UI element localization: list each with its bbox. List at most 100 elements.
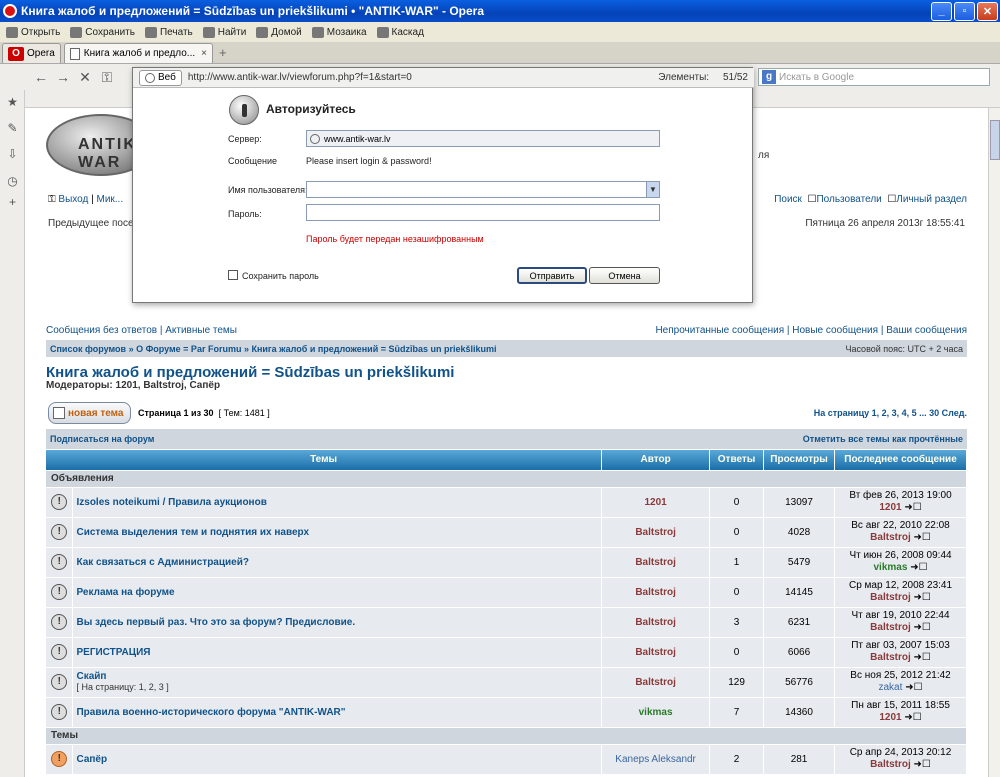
last-post-date: Чт авг 19, 2010 22:44: [851, 610, 950, 621]
last-post-user[interactable]: 1201: [879, 712, 901, 723]
topic-author[interactable]: Baltstroj: [635, 677, 676, 688]
downloads-icon[interactable]: ⇩: [6, 148, 19, 161]
header-text: ля: [758, 150, 770, 161]
save-password-label[interactable]: Сохранить пароль: [242, 271, 319, 281]
topic-author[interactable]: Kaneps Aleksandr: [615, 754, 696, 765]
topic-replies: 2: [709, 744, 765, 775]
last-post-user[interactable]: zakat: [879, 682, 903, 693]
save-password-checkbox[interactable]: [228, 270, 238, 280]
goto-last-post-icon[interactable]: ➜☐: [914, 592, 931, 603]
goto-last-post-icon[interactable]: ➜☐: [910, 562, 927, 573]
topic-pages[interactable]: [ На страницу: 1, 2, 3 ]: [76, 682, 168, 692]
last-post-user[interactable]: Baltstroj: [870, 592, 911, 603]
open-button[interactable]: Открыть: [6, 26, 60, 38]
notes-icon[interactable]: ✎: [6, 122, 19, 135]
goto-last-post-icon[interactable]: ➜☐: [904, 712, 921, 723]
topic-author[interactable]: Baltstroj: [635, 647, 676, 658]
cascade-button[interactable]: Каскад: [376, 26, 424, 38]
dialog-url[interactable]: http://www.antik-war.lv/viewforum.php?f=…: [188, 72, 658, 83]
goto-last-post-icon[interactable]: ➜☐: [904, 502, 921, 513]
last-post-date: Пн авг 15, 2011 18:55: [851, 700, 950, 711]
pagination[interactable]: На страницу 1, 2, 3, 4, 5 ... 30 След.: [814, 408, 967, 418]
search-field[interactable]: g Искать в Google: [758, 68, 990, 86]
topic-title[interactable]: Izsoles noteikumi / Правила аукционов: [76, 497, 266, 508]
page-title[interactable]: Книга жалоб и предложений = Sūdzības un …: [46, 364, 454, 381]
logout-icon: ⚿: [48, 194, 56, 205]
topic-replies: 3: [709, 607, 765, 638]
close-button[interactable]: ✕: [977, 1, 998, 21]
logout-link[interactable]: Выход: [58, 194, 88, 205]
goto-last-post-icon[interactable]: ➜☐: [914, 652, 931, 663]
topic-author[interactable]: Baltstroj: [635, 617, 676, 628]
forward-icon[interactable]: →: [52, 69, 74, 85]
topic-title[interactable]: Как связаться с Администрацией?: [76, 557, 249, 568]
topic-author[interactable]: Baltstroj: [635, 527, 676, 538]
last-post-user[interactable]: vikmas: [873, 562, 907, 573]
submit-button[interactable]: Отправить: [517, 267, 587, 284]
username-field[interactable]: ▼: [306, 181, 660, 198]
last-post-user[interactable]: Baltstroj: [870, 532, 911, 543]
opera-menu-button[interactable]: O Opera: [2, 43, 61, 63]
window-title: Книга жалоб и предложений = Sūdzības un …: [21, 4, 485, 18]
scrollbar-thumb[interactable]: [990, 120, 1000, 160]
subscribe-link[interactable]: Подписаться на форум: [50, 434, 154, 444]
goto-last-post-icon[interactable]: ➜☐: [914, 532, 931, 543]
last-post-user[interactable]: Baltstroj: [870, 652, 911, 663]
close-tab-icon[interactable]: ×: [201, 48, 207, 59]
topic-author[interactable]: 1201: [644, 497, 666, 508]
topic-author[interactable]: Baltstroj: [635, 587, 676, 598]
goto-last-post-icon[interactable]: ➜☐: [914, 759, 931, 770]
vertical-scrollbar[interactable]: [988, 108, 1000, 777]
topic-title[interactable]: РЕГИСТРАЦИЯ: [76, 647, 150, 658]
table-header: Темы Автор Ответы Просмотры Последнее со…: [46, 450, 967, 471]
topic-row: ! Izsoles noteikumi / Правила аукционов 12…: [46, 487, 967, 518]
quick-links-right[interactable]: Непрочитанные сообщения | Новые сообщени…: [655, 325, 967, 336]
new-topic-button[interactable]: новая тема: [48, 402, 131, 424]
key-icon[interactable]: ⚿: [96, 69, 118, 86]
stop-icon[interactable]: ✕: [74, 69, 96, 86]
ucp-link[interactable]: Личный раздел: [896, 194, 967, 205]
topic-author[interactable]: Baltstroj: [635, 557, 676, 568]
mark-read-link[interactable]: Отметить все темы как прочтённые: [803, 434, 963, 444]
search-icon: [202, 26, 215, 38]
message-label: Сообщение: [228, 156, 277, 166]
cancel-button[interactable]: Отмена: [589, 267, 660, 284]
add-panel-icon[interactable]: +: [6, 196, 19, 209]
topic-title[interactable]: Реклама на форуме: [76, 587, 174, 598]
maximize-button[interactable]: ▫: [954, 1, 975, 21]
topic-title[interactable]: Система выделения тем и поднятия их наве…: [76, 527, 309, 538]
tile-button[interactable]: Мозаика: [311, 26, 367, 38]
home-button[interactable]: Домой: [256, 26, 302, 38]
goto-last-post-icon[interactable]: ➜☐: [905, 682, 922, 693]
history-icon[interactable]: ◷: [6, 175, 19, 188]
print-button[interactable]: Печать: [144, 26, 193, 38]
password-field[interactable]: [306, 204, 660, 221]
web-button[interactable]: Веб: [139, 69, 182, 86]
quick-links-left[interactable]: Сообщения без ответов | Активные темы: [46, 325, 237, 336]
folder-icon: [6, 26, 18, 38]
bookmarks-icon[interactable]: ★: [6, 96, 19, 109]
last-post-user[interactable]: Baltstroj: [870, 622, 911, 633]
chevron-down-icon[interactable]: ▼: [646, 182, 659, 197]
new-tab-icon[interactable]: +: [219, 45, 227, 60]
minimize-button[interactable]: _: [931, 1, 952, 21]
topic-author[interactable]: vikmas: [639, 707, 673, 718]
topic-title[interactable]: Правила военно-исторического форума "ANT…: [76, 707, 345, 718]
topic-title[interactable]: Вы здесь первый раз. Что это за форум? П…: [76, 617, 355, 628]
back-icon[interactable]: ←: [30, 69, 52, 85]
user-link[interactable]: Мик...: [96, 194, 123, 205]
save-button[interactable]: Сохранить: [70, 26, 135, 38]
search-link[interactable]: Поиск: [774, 194, 802, 205]
find-button[interactable]: Найти: [202, 26, 246, 38]
last-post-user[interactable]: Baltstroj: [870, 759, 911, 770]
last-post-user[interactable]: 1201: [879, 502, 901, 513]
tab-forum[interactable]: Книга жалоб и предло... ×: [63, 43, 213, 63]
goto-last-post-icon[interactable]: ➜☐: [914, 622, 931, 633]
announcement-icon: !: [51, 584, 68, 600]
topic-title[interactable]: Скайп: [76, 671, 106, 682]
announcement-icon: !: [51, 674, 68, 690]
topic-row: ! Как связаться с Администрацией? Baltstro…: [46, 547, 967, 578]
breadcrumb[interactable]: Список форумов » О Форуме = Par Forumu »…: [50, 344, 497, 354]
topic-title[interactable]: Сапёр: [76, 754, 107, 765]
members-link[interactable]: Пользователи: [816, 194, 881, 205]
